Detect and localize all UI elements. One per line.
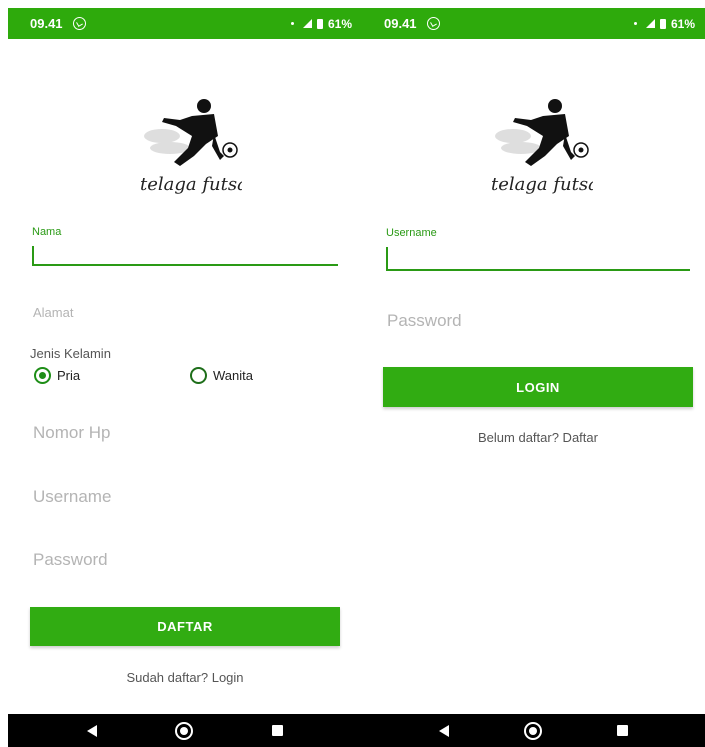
username-field[interactable]: Username xyxy=(386,227,690,271)
phone-hint: Nomor Hp xyxy=(33,423,111,442)
home-icon[interactable] xyxy=(523,721,542,740)
login-button[interactable]: LOGIN xyxy=(383,367,693,407)
battery-icon xyxy=(316,18,323,29)
gender-option-pria[interactable]: Pria xyxy=(34,367,80,384)
signal-icon xyxy=(645,19,655,28)
svg-text:telaga futsal: telaga futsal xyxy=(491,174,593,195)
status-bar: 09.41 61% xyxy=(362,8,705,39)
register-link[interactable]: Belum daftar? Daftar xyxy=(362,430,705,445)
battery-level: 61% xyxy=(327,16,352,31)
name-field[interactable]: Nama xyxy=(32,226,338,266)
navigation-bar xyxy=(362,714,705,747)
radio-unselected-icon xyxy=(190,367,207,384)
username-underline xyxy=(386,269,690,271)
home-icon[interactable] xyxy=(175,721,194,740)
soccer-player-icon: telaga futsal xyxy=(491,99,605,195)
gender-option-label: Wanita xyxy=(213,368,253,383)
text-cursor xyxy=(32,246,34,264)
whatsapp-icon xyxy=(72,17,86,30)
app-logo: telaga futsal xyxy=(132,96,254,201)
signal-icon xyxy=(302,19,312,28)
radio-selected-icon xyxy=(34,367,51,384)
password-hint: Password xyxy=(387,311,462,330)
name-label: Nama xyxy=(32,226,62,238)
status-time: 09.41 xyxy=(30,16,63,31)
password-field[interactable]: Password xyxy=(33,550,108,570)
login-link[interactable]: Sudah daftar? Login xyxy=(8,670,362,685)
address-field[interactable]: Alamat xyxy=(33,305,73,320)
register-screen: 09.41 61% telaga futsal Nama xyxy=(8,0,362,747)
username-field[interactable]: Username xyxy=(33,487,111,507)
password-field[interactable]: Password xyxy=(387,311,462,331)
name-underline xyxy=(32,264,338,266)
soccer-player-icon: telaga futsal xyxy=(140,99,254,195)
text-cursor xyxy=(386,247,388,269)
navigation-bar xyxy=(8,714,362,747)
recent-apps-icon[interactable] xyxy=(616,725,628,736)
login-screen: 09.41 61% telaga futsal Username xyxy=(362,0,705,747)
gender-option-label: Pria xyxy=(57,368,81,383)
status-bar: 09.41 61% xyxy=(8,8,362,39)
password-hint: Password xyxy=(33,550,108,569)
recent-apps-icon[interactable] xyxy=(271,725,283,736)
app-logo: telaga futsal xyxy=(483,96,605,201)
notification-dot-icon xyxy=(290,22,294,25)
username-label: Username xyxy=(386,227,437,239)
notification-dot-icon xyxy=(633,22,637,25)
gender-option-wanita[interactable]: Wanita xyxy=(190,367,253,384)
battery-level: 61% xyxy=(670,16,695,31)
back-icon[interactable] xyxy=(87,724,98,737)
svg-text:telaga futsal: telaga futsal xyxy=(140,174,242,195)
register-button[interactable]: DAFTAR xyxy=(30,607,340,646)
username-hint: Username xyxy=(33,487,112,506)
gender-label: Jenis Kelamin xyxy=(30,346,111,361)
battery-icon xyxy=(659,18,666,29)
status-time: 09.41 xyxy=(384,16,417,31)
whatsapp-icon xyxy=(426,17,440,30)
phone-field[interactable]: Nomor Hp xyxy=(33,423,110,443)
back-icon[interactable] xyxy=(439,724,450,737)
address-hint: Alamat xyxy=(33,305,74,320)
